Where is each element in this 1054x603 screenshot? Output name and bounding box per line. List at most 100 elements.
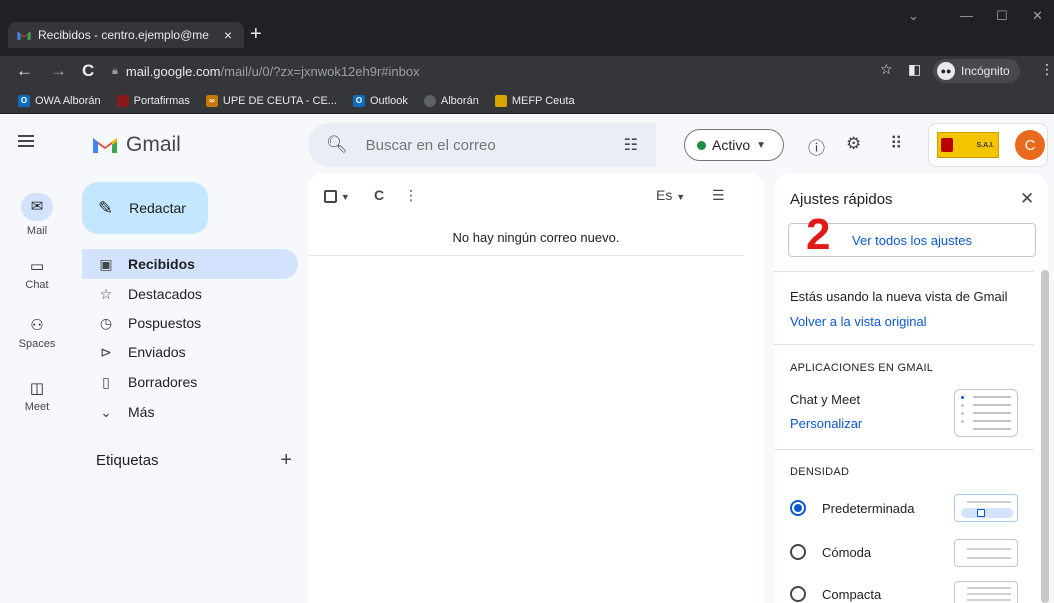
gmail-app: Gmail 🔍︎ ☷ Activo ▼ ⓘ ⚙ ⠿ S.A.I. C ✉ Mai… [0, 115, 1054, 603]
input-tools-button[interactable]: Es ▼ [656, 187, 685, 203]
density-toggle-icon[interactable]: ☰ [712, 187, 725, 204]
url-path: /mail/u/0/?zx=jxnwok12eh9r#inbox [220, 63, 420, 79]
settings-gear-icon[interactable]: ⚙ [846, 134, 861, 154]
incognito-icon: ●● [937, 62, 955, 80]
refresh-icon[interactable]: C [374, 187, 384, 203]
density-compact-thumbnail [954, 581, 1018, 603]
radio-selected[interactable] [790, 500, 806, 516]
bookmark-star-icon[interactable]: ☆ [880, 61, 893, 78]
search-options-icon[interactable]: ☷ [624, 135, 638, 155]
status-label: Activo [712, 137, 751, 153]
back-icon[interactable]: ← [16, 61, 33, 81]
gmail-favicon-icon [17, 31, 31, 40]
side-panel-icon[interactable]: ◧ [908, 61, 921, 78]
mail-icon: ✉ [21, 193, 53, 221]
chat-icon: ▭ [29, 258, 45, 275]
clock-icon: ◷ [99, 314, 113, 331]
quick-settings-scrollbar[interactable] [1041, 270, 1049, 603]
revert-view-link[interactable]: Volver a la vista original [790, 314, 927, 329]
status-dropdown[interactable]: Activo ▼ [684, 129, 784, 161]
bookmark-portafirmas[interactable]: Portafirmas [116, 94, 190, 107]
bookmark-mefp[interactable]: MEFP Ceuta [494, 94, 575, 107]
coat-of-arms-icon [941, 138, 953, 152]
search-input[interactable] [365, 136, 606, 154]
send-icon: ⊳ [100, 343, 112, 360]
account-area[interactable]: S.A.I. C [928, 123, 1048, 167]
select-all-checkbox[interactable]: ▼ [324, 187, 350, 203]
portafirmas-icon [116, 94, 129, 107]
rail-item-meet[interactable]: ◫ Meet [4, 379, 70, 413]
address-bar[interactable]: 🔒︎ mail.google.com/mail/u/0/?zx=jxnwok12… [112, 58, 712, 84]
chevron-down-icon: ▼ [756, 139, 767, 151]
browser-titlebar: Recibidos - centro.ejemplo@me × + ⌄ — ☐ … [0, 0, 1054, 56]
star-icon: ☆ [99, 285, 113, 302]
new-tab-button[interactable]: + [250, 24, 262, 44]
inbox-icon: ▣ [99, 255, 113, 272]
nav-item-drafts[interactable]: ▯ Borradores [82, 367, 298, 397]
new-view-text: Estás usando la nueva vista de Gmail [790, 289, 1008, 304]
radio-unselected[interactable] [790, 544, 806, 560]
gmail-logo-icon [93, 138, 117, 153]
meet-icon: ◫ [29, 380, 45, 397]
incognito-badge[interactable]: ●● Incógnito [933, 59, 1020, 83]
radio-unselected[interactable] [790, 586, 806, 602]
rail-item-spaces[interactable]: ⚇ Spaces [4, 316, 70, 350]
close-window-icon[interactable]: ✕ [1032, 8, 1043, 24]
incognito-label: Incógnito [961, 64, 1010, 78]
chevron-down-icon: ⌄ [100, 403, 112, 420]
apps-caption: APLICACIONES EN GMAIL [790, 362, 934, 374]
rail-item-mail[interactable]: ✉ Mail [4, 193, 70, 237]
browser-tab[interactable]: Recibidos - centro.ejemplo@me × [8, 22, 244, 48]
nav-item-more[interactable]: ⌄ Más [82, 397, 298, 427]
reload-icon[interactable]: C [82, 61, 94, 81]
more-menu-icon[interactable]: ⋮ [1040, 61, 1054, 78]
url-host: mail.google.com [125, 63, 221, 79]
maximize-icon[interactable]: ☐ [996, 8, 1008, 24]
forward-icon[interactable]: → [50, 61, 67, 81]
compose-label: Redactar [129, 200, 186, 216]
customize-link[interactable]: Personalizar [790, 416, 862, 431]
quick-settings-panel: Ajustes rápidos ✕ Ver todos los ajustes … [774, 173, 1048, 603]
nav-item-inbox[interactable]: ▣ Recibidos [82, 249, 298, 279]
divider [774, 449, 1034, 450]
labels-title: Etiquetas [96, 452, 159, 469]
gmail-logo[interactable]: Gmail [92, 133, 181, 157]
chat-meet-label: Chat y Meet [790, 392, 861, 407]
nav-item-snoozed[interactable]: ◷ Pospuestos [82, 308, 298, 338]
minimize-icon[interactable]: — [960, 8, 973, 23]
apps-grid-icon[interactable]: ⠿ [890, 134, 902, 154]
inbox-panel: ▼ C ⋮ Es ▼ ☰ No hay ningún correo nuevo. [308, 173, 764, 603]
compose-button[interactable]: ✎ Redactar [82, 182, 208, 234]
density-comfortable-thumbnail [954, 539, 1018, 567]
bookmark-alboran[interactable]: Alborán [423, 94, 479, 107]
bookmark-outlook[interactable]: O Outlook [352, 94, 408, 107]
rail-item-chat[interactable]: ▭ Chat [4, 257, 70, 291]
bookmark-owa[interactable]: O OWA Alborán [18, 94, 101, 107]
close-icon[interactable]: ✕ [1020, 189, 1034, 209]
chat-meet-thumbnail [954, 389, 1018, 437]
search-icon[interactable]: 🔍︎ [326, 135, 348, 155]
avatar[interactable]: C [1015, 130, 1045, 160]
bookmark-upe[interactable]: ∞ UPE DE CEUTA - CE... [205, 94, 337, 107]
mefp-icon [494, 94, 507, 107]
quick-settings-title: Ajustes rápidos [790, 191, 893, 208]
browser-toolbar: ← → C 🔒︎ mail.google.com/mail/u/0/?zx=jx… [0, 56, 1054, 88]
gmail-app-name: Gmail [126, 133, 181, 156]
nav-item-sent[interactable]: ⊳ Enviados [82, 337, 298, 367]
nav-item-starred[interactable]: ☆ Destacados [82, 279, 298, 309]
gmail-header: Gmail 🔍︎ ☷ Activo ▼ ⓘ ⚙ ⠿ S.A.I. C [0, 115, 1054, 173]
organization-logo: S.A.I. [937, 132, 999, 158]
add-label-icon[interactable]: + [280, 450, 292, 470]
main-menu-icon[interactable] [18, 135, 34, 147]
globe-icon [423, 94, 436, 107]
inbox-toolbar: ▼ C ⋮ Es ▼ ☰ [308, 173, 764, 219]
search-bar[interactable]: 🔍︎ ☷ [308, 123, 656, 167]
divider [774, 344, 1034, 345]
divider [308, 255, 744, 256]
help-icon[interactable]: ⓘ [808, 134, 825, 159]
density-caption: DENSIDAD [790, 466, 850, 478]
lock-icon: 🔒︎ [112, 64, 118, 77]
tab-search-icon[interactable]: ⌄ [908, 8, 919, 24]
more-options-icon[interactable]: ⋮ [404, 187, 418, 204]
tab-close-icon[interactable]: × [220, 27, 236, 43]
